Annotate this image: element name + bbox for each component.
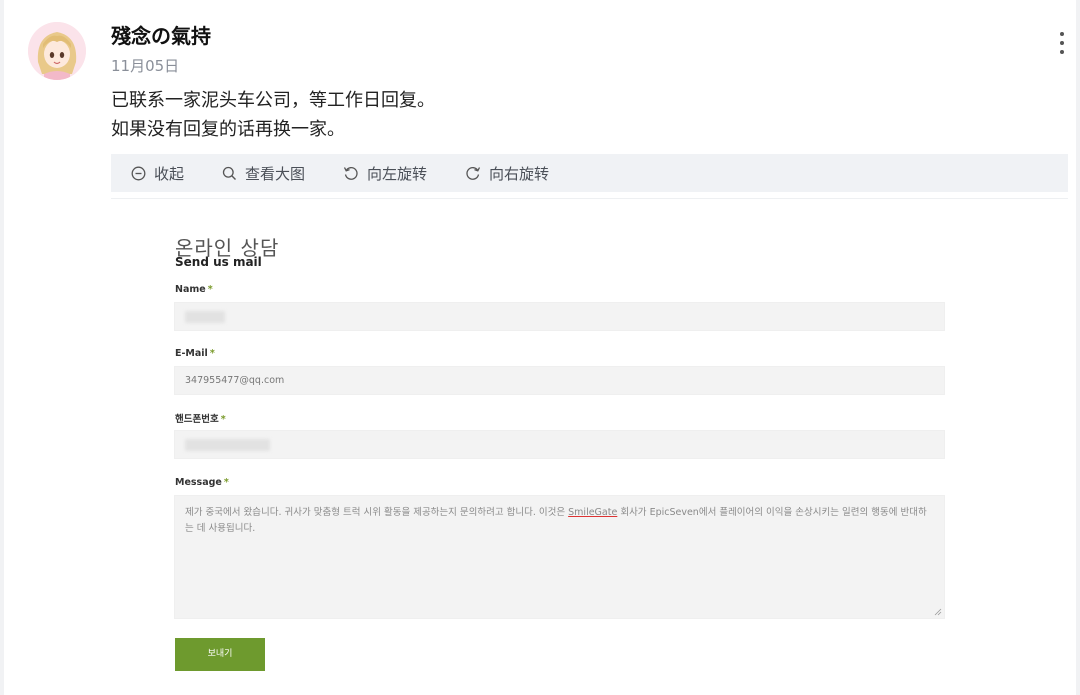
email-label: E-Mail *: [175, 348, 215, 359]
required-mark: *: [223, 477, 229, 488]
image-toolbar: 收起 查看大图 向左旋转 向右旋转: [111, 154, 1068, 192]
message-company-name: SmileGate: [568, 507, 618, 518]
message-label-text: Message: [175, 477, 222, 488]
required-mark: *: [209, 348, 215, 359]
rotate-left-icon: [343, 166, 358, 180]
message-text-start: 제가 중국에서 왔습니다. 귀사가 맞춤형 트럭 시위 활동을 제공하는지 문의…: [185, 507, 569, 518]
email-value: 347955477@qq.com: [185, 375, 285, 386]
redacted-value: [185, 311, 225, 323]
post-line: 已联系一家泥头车公司，等工作日回复。: [111, 90, 435, 111]
author-name[interactable]: 殘念の氣持: [111, 20, 211, 49]
avatar[interactable]: [28, 22, 86, 80]
phone-label: 핸드폰번호 *: [175, 411, 226, 425]
required-mark: *: [220, 414, 226, 425]
rotate-right-label: 向右旋转: [489, 164, 550, 183]
attached-screenshot[interactable]: 온라인 상담 Send us mail Name * E-Mail * 347955…: [111, 198, 1068, 695]
post-card: 殘念の氣持 11月05日 已联系一家泥头车公司，等工作日回复。 如果没有回复的话…: [4, 0, 1076, 695]
view-large-label: 查看大图: [245, 164, 306, 183]
post-line: 如果没有回复的话再换一家。: [111, 119, 345, 140]
rotate-left-button[interactable]: 向左旋转: [343, 163, 427, 184]
form-subtitle: Send us mail: [175, 255, 262, 269]
collapse-icon: [131, 166, 146, 180]
message-label: Message *: [175, 477, 229, 488]
view-large-button[interactable]: 查看大图: [222, 163, 305, 184]
name-field[interactable]: [174, 302, 945, 331]
post-date: 11月05日: [111, 57, 180, 75]
message-field[interactable]: 제가 중국에서 왔습니다. 귀사가 맞춤형 트럭 시위 활동을 제공하는지 문의…: [174, 495, 945, 619]
rotate-left-label: 向左旋转: [367, 164, 428, 183]
redacted-value: [185, 439, 270, 451]
rotate-right-icon: [466, 166, 481, 180]
email-field[interactable]: 347955477@qq.com: [174, 366, 945, 395]
send-button[interactable]: 보내기: [175, 638, 265, 671]
avatar-illustration: [28, 22, 86, 80]
phone-label-text: 핸드폰번호: [175, 414, 219, 425]
search-icon: [222, 166, 237, 180]
rotate-right-button[interactable]: 向右旋转: [465, 163, 549, 184]
more-options-icon[interactable]: [1056, 32, 1068, 58]
post-body: 已联系一家泥头车公司，等工作日回复。 如果没有回复的话再换一家。: [111, 86, 435, 144]
phone-field[interactable]: [174, 430, 945, 459]
email-label-text: E-Mail: [175, 348, 208, 359]
resize-handle-icon[interactable]: [934, 608, 942, 616]
name-label-text: Name: [175, 284, 206, 295]
collapse-button[interactable]: 收起: [131, 163, 184, 184]
required-mark: *: [207, 284, 213, 295]
name-label: Name *: [175, 284, 213, 295]
collapse-label: 收起: [154, 164, 185, 183]
